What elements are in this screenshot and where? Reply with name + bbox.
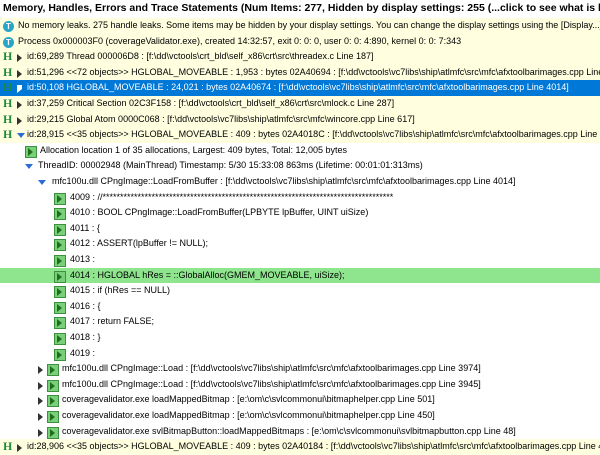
handle-h-icon: H <box>3 80 13 95</box>
row-text: 4011 : { <box>70 222 100 233</box>
source-line-row[interactable]: 4018 : } <box>0 330 600 346</box>
handle-h-icon: H <box>3 127 13 142</box>
stack-frame-row[interactable]: coveragevalidator.exe loadMappedBitmap :… <box>0 408 600 424</box>
expand-arrow-icon[interactable] <box>17 69 22 78</box>
collapse-arrow-icon[interactable] <box>17 133 25 139</box>
source-icon <box>54 301 66 314</box>
row-text: id:50,108 HGLOBAL_MOVEABLE : 24,021 : by… <box>27 82 569 93</box>
leak-row[interactable]: H id:51,296 <<72 objects>> HGLOBAL_MOVEA… <box>0 64 600 81</box>
source-line-row[interactable]: 4016 : { <box>0 299 600 315</box>
allocation-icon <box>25 145 37 158</box>
allocation-location-row[interactable]: Allocation location 1 of 35 allocations,… <box>0 143 600 159</box>
expand-arrow-icon[interactable] <box>38 413 43 421</box>
expand-arrow-icon[interactable] <box>17 444 22 453</box>
collapse-arrow-icon[interactable] <box>25 164 33 170</box>
source-icon <box>54 255 66 267</box>
expand-arrow-icon[interactable] <box>17 116 22 125</box>
row-text: id:29,215 Global Atom 0000C068 : [f:\dd\… <box>27 113 415 124</box>
expand-arrow-icon[interactable] <box>17 54 22 63</box>
row-text: 4018 : } <box>70 332 101 342</box>
row-text: Process 0x000003F0 (coverageValidator.ex… <box>18 35 462 46</box>
row-text: 4019 : <box>70 347 96 358</box>
row-text: 4015 : if (hRes == NULL) <box>70 285 171 296</box>
expand-arrow-icon[interactable] <box>38 428 43 437</box>
row-text: Allocation location 1 of 35 allocations,… <box>40 144 348 155</box>
row-text: mfc100u.dll CPngImage::LoadFromBuffer : … <box>52 176 516 186</box>
expand-arrow-icon[interactable] <box>17 85 22 94</box>
source-icon <box>54 192 66 205</box>
source-icon <box>54 208 66 221</box>
row-text: coveragevalidator.exe loadMappedBitmap :… <box>62 394 435 405</box>
row-text: 4017 : return FALSE; <box>70 316 155 327</box>
row-text: coveragevalidator.exe svlBitmapButton::l… <box>62 425 516 436</box>
expand-arrow-icon[interactable] <box>38 366 43 375</box>
source-line-row[interactable]: 4015 : if (hRes == NULL) <box>0 283 600 299</box>
stack-frame-row[interactable]: coveragevalidator.exe loadMappedBitmap :… <box>0 392 600 408</box>
row-text: 4012 : ASSERT(lpBuffer != NULL); <box>70 238 208 249</box>
leak-row-expanded[interactable]: H id:28,915 <<35 objects>> HGLOBAL_MOVEA… <box>0 127 600 143</box>
source-icon <box>54 348 66 361</box>
leak-row[interactable]: Hid:28,906 <<35 objects>> HGLOBAL_MOVEAB… <box>0 439 600 455</box>
source-icon <box>54 239 66 252</box>
row-text: 4013 : <box>70 254 96 264</box>
panel-title: Memory, Handles, Errors and Trace Statem… <box>3 2 600 14</box>
expand-arrow-icon[interactable] <box>38 381 43 390</box>
info-t-icon: T <box>3 21 14 32</box>
stack-frame-row[interactable]: coveragevalidator.exe svlBitmapButton::l… <box>0 424 600 440</box>
row-text: ThreadID: 00002948 (MainThread) Timestam… <box>38 160 423 171</box>
handle-h-icon: H <box>3 111 13 126</box>
source-line-row[interactable]: 4013 : <box>0 252 600 268</box>
frame-icon <box>47 395 59 408</box>
row-text: mfc100u.dll CPngImage::Load : [f:\dd\vct… <box>62 363 481 374</box>
frame-icon <box>47 379 59 392</box>
row-text: 4009 : //*******************************… <box>70 191 394 202</box>
handle-h-icon: H <box>3 64 13 79</box>
leak-row[interactable]: H id:37,259 Critical Section 02C3F158 : … <box>0 96 600 112</box>
info-t-icon: T <box>3 36 14 48</box>
row-text: 4016 : { <box>70 300 101 311</box>
source-line-row[interactable]: 4017 : return FALSE; <box>0 314 600 330</box>
leak-row[interactable]: H id:69,289 Thread 000006D8 : [f:\dd\vct… <box>0 49 600 65</box>
row-text: mfc100u.dll CPngImage::Load : [f:\dd\vct… <box>62 378 481 389</box>
source-line-row-highlighted[interactable]: 4014 : HGLOBAL hRes = ::GlobalAlloc(GMEM… <box>0 267 600 284</box>
source-line-row[interactable]: 4019 : <box>0 346 600 362</box>
row-text: id:69,289 Thread 000006D8 : [f:\dd\vctoo… <box>27 51 374 62</box>
row-text: id:28,906 <<35 objects>> HGLOBAL_MOVEABL… <box>27 441 600 452</box>
source-icon <box>54 333 66 345</box>
info-row-no-leaks[interactable]: T No memory leaks. 275 handle leaks. Som… <box>0 18 600 34</box>
row-text: No memory leaks. 275 handle leaks. Some … <box>18 20 600 30</box>
frame-icon <box>47 411 59 423</box>
source-icon <box>54 317 66 330</box>
leak-row-selected[interactable]: H id:50,108 HGLOBAL_MOVEABLE : 24,021 : … <box>0 80 600 96</box>
frame-icon <box>47 364 59 377</box>
thread-row[interactable]: ThreadID: 00002948 (MainThread) Timestam… <box>0 158 600 174</box>
handle-h-icon: H <box>3 96 13 110</box>
expand-arrow-icon[interactable] <box>38 397 43 406</box>
stack-frame-row[interactable]: mfc100u.dll CPngImage::Load : [f:\dd\vct… <box>0 377 600 393</box>
row-text: 4014 : HGLOBAL hRes = ::GlobalAlloc(GMEM… <box>70 269 345 280</box>
source-icon <box>54 270 66 283</box>
handle-h-icon: H <box>3 49 13 64</box>
expand-arrow-icon[interactable] <box>17 101 22 109</box>
process-row[interactable]: T Process 0x000003F0 (coverageValidator.… <box>0 33 600 50</box>
row-text: coveragevalidator.exe loadMappedBitmap :… <box>62 410 435 420</box>
collapse-arrow-icon[interactable] <box>38 180 46 185</box>
stack-frame-row[interactable]: mfc100u.dll CPngImage::Load : [f:\dd\vct… <box>0 361 600 377</box>
source-line-row[interactable]: 4010 : BOOL CPngImage::LoadFromBuffer(LP… <box>0 205 600 221</box>
source-line-row[interactable]: 4009 : //*******************************… <box>0 190 600 206</box>
leak-row[interactable]: H id:29,215 Global Atom 0000C068 : [f:\d… <box>0 111 600 128</box>
handle-h-icon: H <box>3 439 13 454</box>
source-line-row[interactable]: 4011 : { <box>0 221 600 237</box>
row-text: id:51,296 <<72 objects>> HGLOBAL_MOVEABL… <box>27 66 600 77</box>
source-icon <box>54 223 66 236</box>
row-text: 4010 : BOOL CPngImage::LoadFromBuffer(LP… <box>70 207 369 218</box>
stack-frame-row[interactable]: mfc100u.dll CPngImage::LoadFromBuffer : … <box>0 174 600 190</box>
row-text: id:37,259 Critical Section 02C3F158 : [f… <box>27 98 395 108</box>
frame-icon <box>47 426 59 439</box>
source-line-row[interactable]: 4012 : ASSERT(lpBuffer != NULL); <box>0 236 600 252</box>
row-text: id:28,915 <<35 objects>> HGLOBAL_MOVEABL… <box>27 129 600 140</box>
source-icon <box>54 286 66 299</box>
